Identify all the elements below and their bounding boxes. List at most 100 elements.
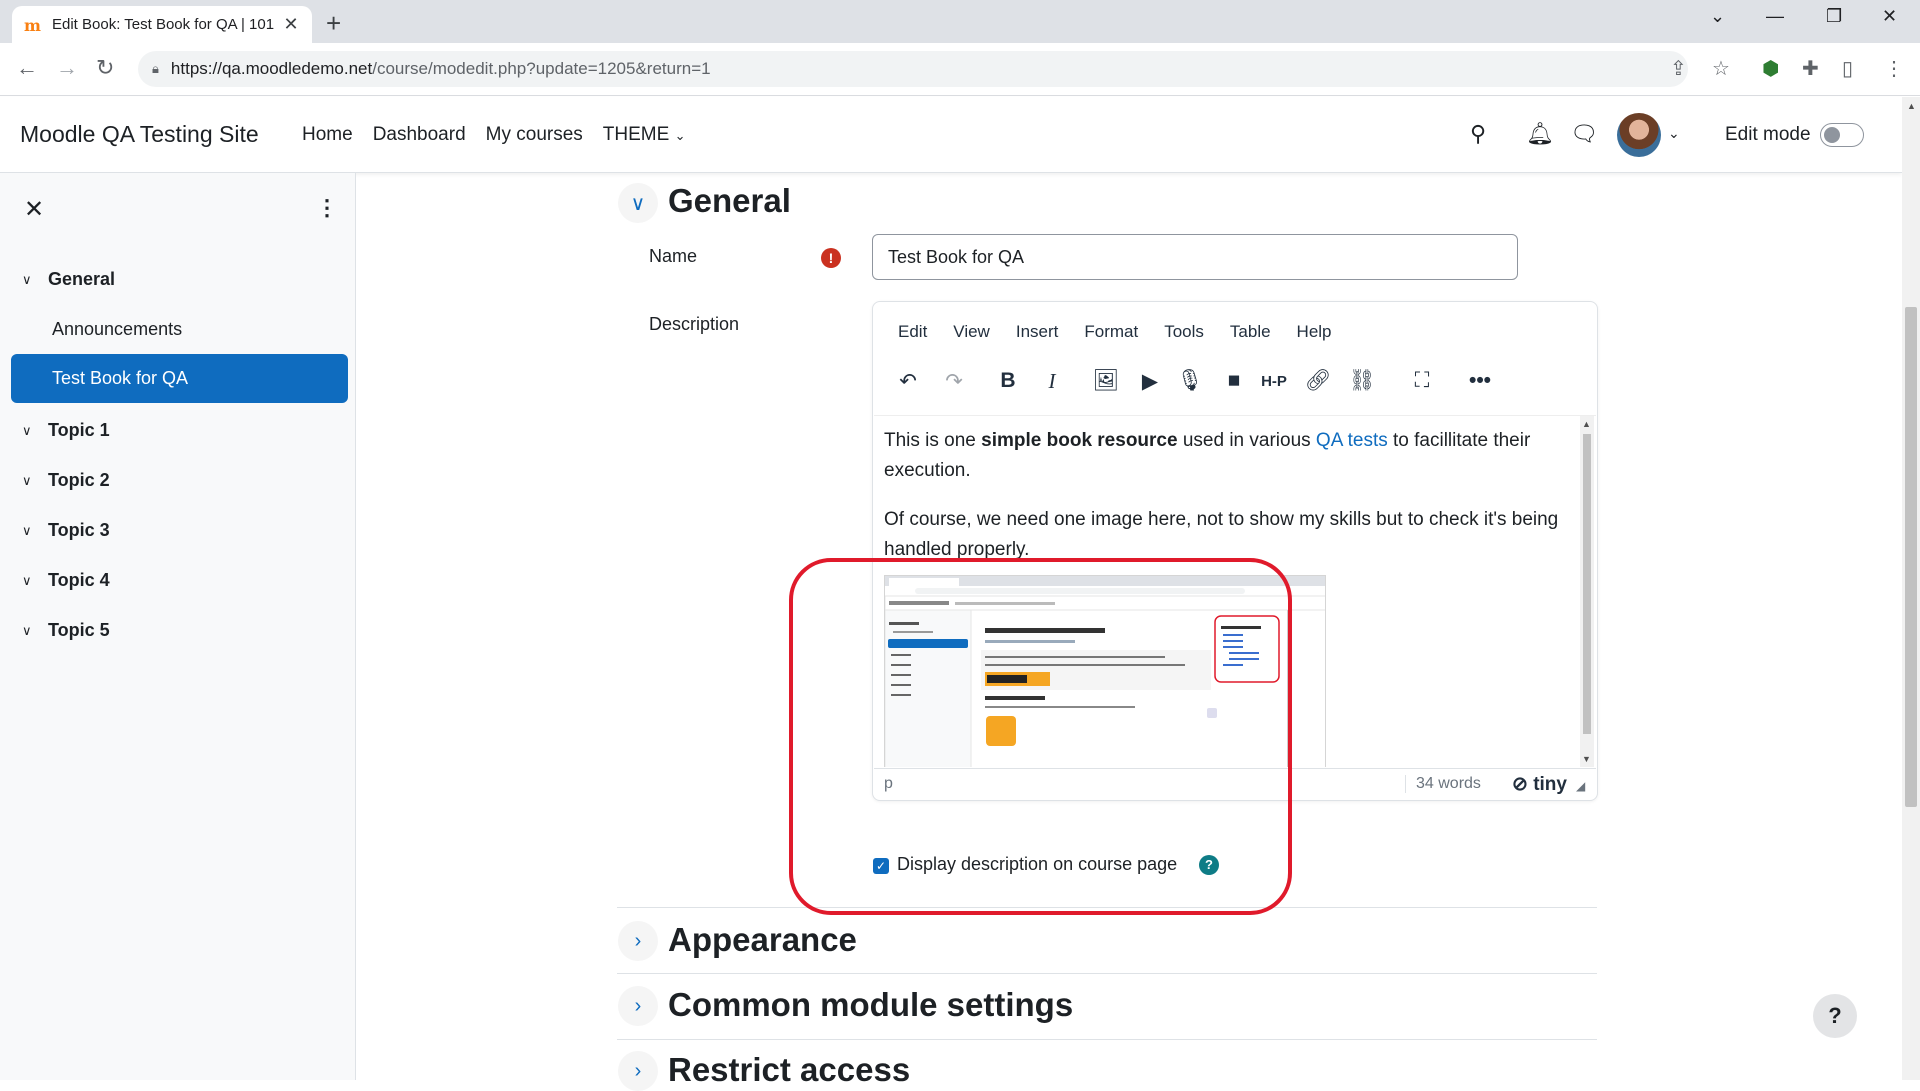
- record-audio-icon[interactable]: 🎙︎: [1171, 362, 1209, 400]
- drawer-section-topic-2[interactable]: ∨ Topic 2: [22, 470, 110, 491]
- section-title-appearance: Appearance: [668, 921, 857, 958]
- scroll-down-icon[interactable]: ▼: [1582, 754, 1591, 764]
- section-divider: [617, 973, 1597, 974]
- lock-icon: 🔒︎: [152, 61, 159, 76]
- menu-view[interactable]: View: [940, 316, 1003, 348]
- fullscreen-icon[interactable]: ⛶: [1403, 362, 1441, 400]
- url-host: https://qa.moodledemo.net: [170, 59, 373, 78]
- media-icon[interactable]: ▶: [1131, 362, 1169, 400]
- editor-scroll-thumb[interactable]: [1583, 434, 1591, 734]
- tiny-logo[interactable]: ⊘ tiny: [1512, 773, 1567, 796]
- section-label: Topic 2: [48, 470, 110, 490]
- search-icon[interactable]: ⚲: [1470, 121, 1486, 147]
- bold-text: simple book resource: [981, 430, 1178, 451]
- menu-table[interactable]: Table: [1217, 316, 1284, 348]
- word-count[interactable]: 34 words: [1405, 775, 1481, 793]
- record-video-icon[interactable]: ■: [1215, 362, 1253, 400]
- help-icon[interactable]: ?: [1199, 855, 1219, 875]
- new-tab-icon[interactable]: +: [326, 8, 341, 39]
- nav-dashboard[interactable]: Dashboard: [373, 124, 466, 146]
- page-scrollbar[interactable]: ▲: [1902, 97, 1920, 1080]
- section-label: General: [48, 269, 116, 289]
- h5p-icon[interactable]: H-P: [1255, 362, 1293, 400]
- minimize-icon[interactable]: —: [1766, 6, 1784, 27]
- nav-home[interactable]: Home: [302, 124, 353, 146]
- menu-tools[interactable]: Tools: [1151, 316, 1217, 348]
- italic-icon[interactable]: I: [1033, 362, 1071, 400]
- expand-common-settings-button[interactable]: ›: [618, 986, 658, 1026]
- notifications-bell-icon[interactable]: 🔔︎: [1526, 121, 1554, 147]
- redo-icon[interactable]: ↷: [935, 362, 973, 400]
- name-input[interactable]: Test Book for QA: [872, 234, 1518, 280]
- page-scroll-up-icon[interactable]: ▲: [1907, 101, 1916, 111]
- primary-navigation: Home Dashboard My courses THEME ⌄: [302, 124, 685, 146]
- drawer-item-announcements[interactable]: Announcements: [52, 319, 182, 340]
- extensions-puzzle-icon[interactable]: ✚: [1802, 56, 1819, 81]
- menu-edit[interactable]: Edit: [885, 316, 940, 348]
- reload-icon[interactable]: ↻: [96, 55, 114, 81]
- editor-content-area[interactable]: This is one simple book resource used in…: [874, 415, 1596, 767]
- scroll-up-icon[interactable]: ▲: [1582, 419, 1591, 429]
- drawer-section-topic-4[interactable]: ∨ Topic 4: [22, 570, 110, 591]
- tiny-brand-text: tiny: [1533, 774, 1567, 795]
- image-icon[interactable]: 🖼︎: [1087, 362, 1125, 400]
- nav-my-courses[interactable]: My courses: [486, 124, 583, 146]
- embedded-screenshot-image[interactable]: [884, 575, 1326, 767]
- section-title-common-module-settings: Common module settings: [668, 986, 1074, 1023]
- chevron-down-icon: ⌄: [674, 128, 686, 143]
- unlink-icon[interactable]: ⛓︎: [1343, 362, 1381, 400]
- editor-statusbar: p 34 words ⊘ tiny ◢: [874, 768, 1596, 800]
- user-menu-chevron-icon[interactable]: ⌄: [1668, 125, 1680, 142]
- drawer-section-general[interactable]: ∨ General: [22, 269, 115, 290]
- extension-shield-icon[interactable]: ⬢: [1762, 56, 1779, 81]
- messages-icon[interactable]: 🗨︎: [1570, 121, 1598, 147]
- nav-theme-label: THEME: [602, 124, 670, 145]
- restore-icon[interactable]: ❐: [1826, 6, 1842, 27]
- page-scroll-thumb[interactable]: [1905, 307, 1917, 807]
- edit-mode-label: Edit mode: [1725, 124, 1811, 145]
- bold-icon[interactable]: B: [989, 362, 1027, 400]
- drawer-options-icon[interactable]: ⋮: [316, 195, 338, 221]
- screenshot-thumbnail: [885, 576, 1325, 767]
- drawer-section-topic-5[interactable]: ∨ Topic 5: [22, 620, 110, 641]
- nav-theme[interactable]: THEME ⌄: [603, 124, 686, 146]
- resize-handle-icon[interactable]: ◢: [1576, 779, 1585, 793]
- side-panel-icon[interactable]: ▯: [1842, 56, 1853, 81]
- forward-icon[interactable]: →: [56, 55, 78, 81]
- qa-tests-link[interactable]: QA tests: [1316, 430, 1388, 451]
- section-label: Topic 1: [48, 420, 110, 440]
- element-path[interactable]: p: [884, 775, 893, 793]
- close-window-icon[interactable]: ✕: [1882, 6, 1897, 27]
- close-tab-icon[interactable]: ✕: [282, 14, 300, 35]
- editor-menubar: Edit View Insert Format Tools Table Help: [885, 316, 1345, 348]
- help-button[interactable]: ?: [1813, 994, 1857, 1038]
- undo-icon[interactable]: ↶: [889, 362, 927, 400]
- tab-search-icon[interactable]: ⌄: [1710, 6, 1725, 27]
- menu-insert[interactable]: Insert: [1003, 316, 1072, 348]
- edit-mode-toggle[interactable]: [1820, 123, 1864, 147]
- bookmark-star-icon[interactable]: ☆: [1712, 56, 1730, 81]
- text-run: This is one: [884, 430, 982, 451]
- close-drawer-icon[interactable]: ✕: [24, 195, 44, 224]
- expand-restrict-access-button[interactable]: ›: [618, 1051, 658, 1091]
- drawer-section-topic-3[interactable]: ∨ Topic 3: [22, 520, 110, 541]
- drawer-section-topic-1[interactable]: ∨ Topic 1: [22, 420, 110, 441]
- browser-menu-icon[interactable]: ⋮: [1884, 56, 1904, 81]
- description-label: Description: [649, 314, 740, 334]
- collapse-general-button[interactable]: ∨: [618, 183, 658, 223]
- drawer-item-test-book[interactable]: Test Book for QA: [11, 354, 348, 403]
- menu-help[interactable]: Help: [1284, 316, 1345, 348]
- share-icon[interactable]: ⇪: [1670, 56, 1687, 81]
- display-description-label: Display description on course page: [897, 854, 1178, 874]
- user-avatar[interactable]: [1617, 113, 1661, 157]
- site-name[interactable]: Moodle QA Testing Site: [20, 121, 259, 148]
- back-icon[interactable]: ←: [16, 55, 38, 81]
- link-icon[interactable]: 🔗︎: [1299, 362, 1337, 400]
- browser-tab[interactable]: m Edit Book: Test Book for QA | 101 ✕: [12, 6, 312, 43]
- display-description-checkbox[interactable]: ✓: [873, 858, 889, 874]
- more-options-icon[interactable]: •••: [1461, 362, 1499, 400]
- expand-appearance-button[interactable]: ›: [618, 921, 658, 961]
- menu-format[interactable]: Format: [1071, 316, 1151, 348]
- name-label: Name: [649, 246, 698, 266]
- address-bar[interactable]: 🔒︎ https://qa.moodledemo.net/course/mode…: [138, 51, 1688, 87]
